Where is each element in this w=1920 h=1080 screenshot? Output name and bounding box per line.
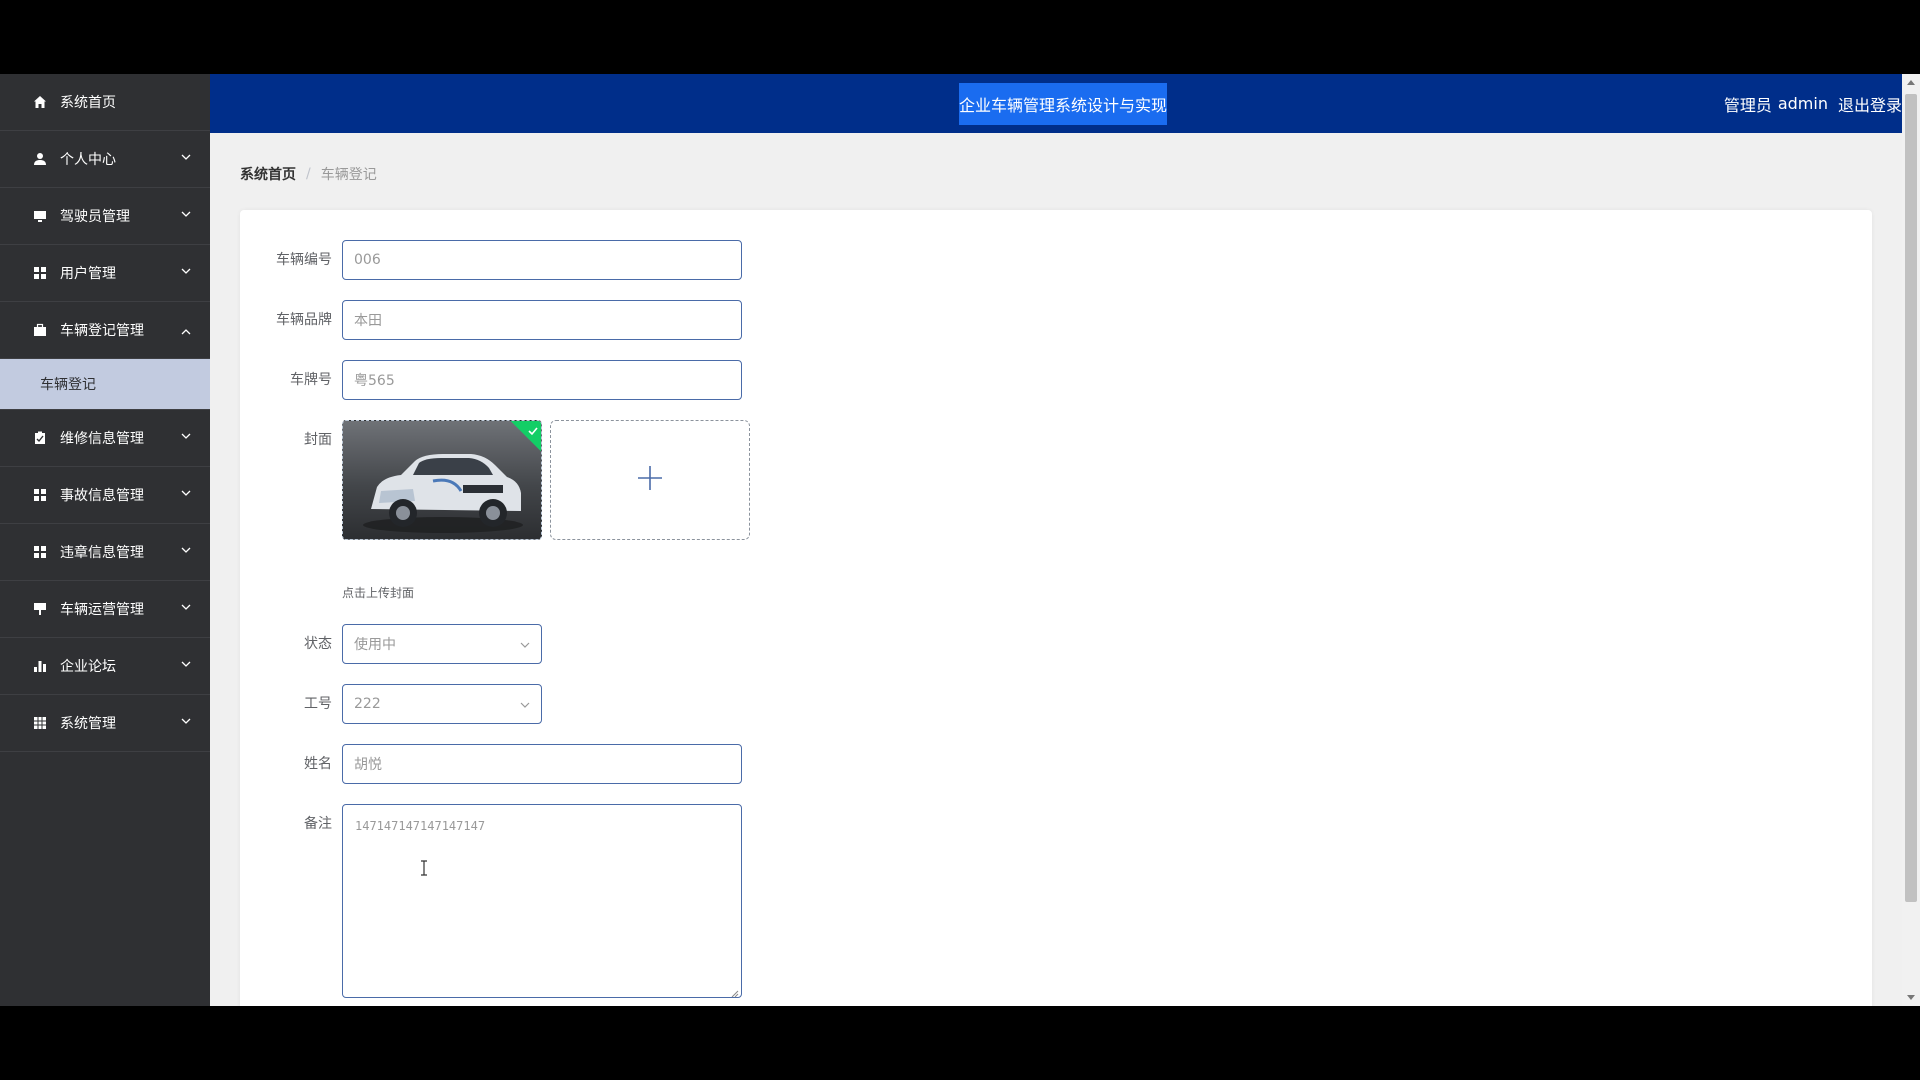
user-info: 管理员 admin 退出登录 <box>1724 74 1902 133</box>
breadcrumb-current: 车辆登记 <box>320 167 377 183</box>
car-image <box>363 454 523 533</box>
grid-icon <box>32 544 48 560</box>
status-select[interactable]: 使用中 <box>342 624 542 664</box>
chevron-down-icon <box>180 658 192 670</box>
cover-label: 封面 <box>304 432 332 448</box>
system-title: 企业车辆管理系统设计与实现 <box>959 83 1167 125</box>
chevron-down-icon <box>180 601 192 613</box>
form-row-brand: 车辆品牌 本田 <box>240 300 742 340</box>
submenu-item-vehicle-registration[interactable]: 车辆登记 <box>0 359 210 410</box>
form-row-cover: 封面 <box>240 420 750 540</box>
job-no-select[interactable]: 222 <box>342 684 542 724</box>
breadcrumb-separator: / <box>306 166 311 182</box>
form-row-status: 状态 使用中 <box>240 624 542 664</box>
status-label: 状态 <box>304 636 332 652</box>
chevron-down-icon <box>180 151 192 163</box>
plate-label: 车牌号 <box>290 372 332 388</box>
app-window: 系统首页 个人中心 驾驶员管理 用户管理 车辆登记管理 车辆登记 维修信息管理 … <box>0 74 1920 1006</box>
scrollbar-thumb[interactable] <box>1905 94 1917 902</box>
grid-icon <box>32 265 48 281</box>
chevron-down-icon <box>180 544 192 556</box>
home-icon <box>32 94 48 110</box>
submenu-item-label: 车辆登记 <box>40 377 96 393</box>
vertical-scrollbar[interactable] <box>1902 74 1920 1006</box>
form-row-job-no: 工号 222 <box>240 684 542 724</box>
clipboard-icon <box>32 430 48 446</box>
grid-icon <box>32 487 48 503</box>
upload-cover-button[interactable] <box>550 420 750 540</box>
chevron-down-icon <box>519 699 531 711</box>
vehicle-no-label: 车辆编号 <box>276 252 332 268</box>
remark-label: 备注 <box>304 816 332 832</box>
scroll-down-icon[interactable] <box>1907 995 1915 1000</box>
sidebar-item-system[interactable]: 系统管理 <box>0 695 210 752</box>
sidebar: 系统首页 个人中心 驾驶员管理 用户管理 车辆登记管理 车辆登记 维修信息管理 … <box>0 74 210 1006</box>
form-row-plate: 车牌号 粤565 <box>240 360 742 400</box>
plate-input[interactable]: 粤565 <box>342 360 742 400</box>
sidebar-item-forum[interactable]: 企业论坛 <box>0 638 210 695</box>
form-card: 车辆编号 006 车辆品牌 本田 车牌号 粤565 封面 点击上传封面 状态 使… <box>240 210 1872 1006</box>
sidebar-item-maintenance[interactable]: 维修信息管理 <box>0 410 210 467</box>
chevron-down-icon <box>180 430 192 442</box>
remark-text: 147147147147147147 <box>355 819 486 833</box>
scroll-up-icon[interactable] <box>1907 80 1915 85</box>
sidebar-item-label: 系统首页 <box>60 95 116 111</box>
text-cursor-icon <box>419 860 429 876</box>
name-label: 姓名 <box>304 756 332 772</box>
bar-chart-icon <box>32 658 48 674</box>
chevron-down-icon <box>180 487 192 499</box>
chevron-down-icon <box>519 639 531 651</box>
table-icon <box>32 715 48 731</box>
job-no-label: 工号 <box>304 696 332 712</box>
remark-textarea[interactable]: 147147147147147147 <box>342 804 742 998</box>
brand-input[interactable]: 本田 <box>342 300 742 340</box>
monitor-icon <box>32 208 48 224</box>
form-row-vehicle-no: 车辆编号 006 <box>240 240 742 280</box>
briefcase-icon <box>32 322 48 338</box>
sidebar-item-accidents[interactable]: 事故信息管理 <box>0 467 210 524</box>
check-icon <box>527 422 539 436</box>
sidebar-item-violations[interactable]: 违章信息管理 <box>0 524 210 581</box>
sidebar-item-users[interactable]: 用户管理 <box>0 245 210 302</box>
chevron-up-icon <box>180 326 192 338</box>
user-icon <box>32 151 48 167</box>
sign-icon <box>32 601 48 617</box>
sidebar-item-vehicle-registration[interactable]: 车辆登记管理 <box>0 302 210 359</box>
sidebar-item-drivers[interactable]: 驾驶员管理 <box>0 188 210 245</box>
sidebar-item-operations[interactable]: 车辆运营管理 <box>0 581 210 638</box>
resize-handle-icon[interactable] <box>731 987 739 998</box>
status-selected-value: 使用中 <box>354 637 396 653</box>
top-header: 企业车辆管理系统设计与实现 管理员 admin 退出登录 <box>210 74 1902 133</box>
chevron-down-icon <box>180 208 192 220</box>
form-row-remark: 备注 147147147147147147 <box>240 804 742 998</box>
vehicle-no-input[interactable]: 006 <box>342 240 742 280</box>
logout-link[interactable]: 退出登录 <box>1838 92 1902 116</box>
chevron-down-icon <box>180 265 192 277</box>
chevron-down-icon <box>180 715 192 727</box>
brand-label: 车辆品牌 <box>276 312 332 328</box>
plus-icon <box>636 464 664 496</box>
username: admin <box>1777 94 1828 113</box>
breadcrumb-home-link[interactable]: 系统首页 <box>240 164 296 184</box>
sidebar-item-home[interactable]: 系统首页 <box>0 74 210 131</box>
form-row-cover-tip: 点击上传封面 <box>240 584 414 601</box>
sidebar-item-personal[interactable]: 个人中心 <box>0 131 210 188</box>
form-row-name: 姓名 胡悦 <box>240 744 742 784</box>
name-input[interactable]: 胡悦 <box>342 744 742 784</box>
cover-image-thumbnail[interactable] <box>342 420 542 540</box>
cover-upload-tip: 点击上传封面 <box>342 586 415 600</box>
cover-upload-list <box>342 420 750 540</box>
job-no-selected-value: 222 <box>354 696 381 712</box>
breadcrumb: 系统首页 / 车辆登记 <box>240 164 377 184</box>
user-role: 管理员 <box>1723 95 1772 115</box>
